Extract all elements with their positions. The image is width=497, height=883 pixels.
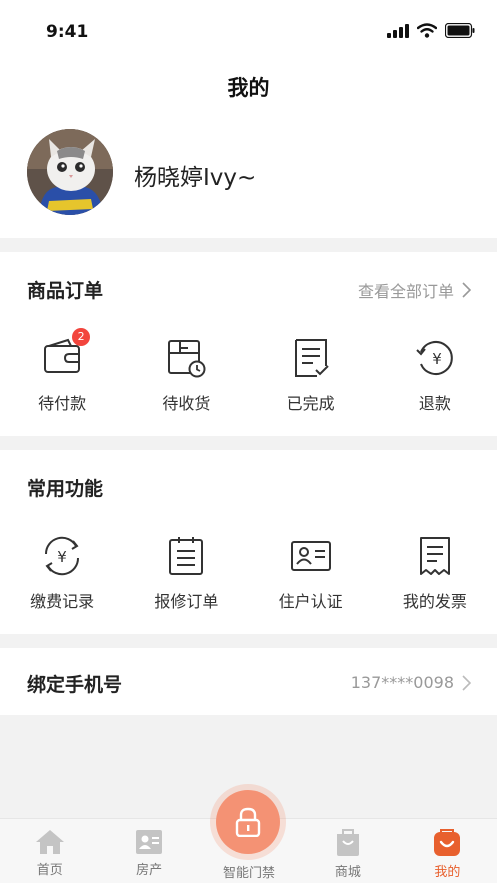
function-payment-records-label: 缴费记录 [30,592,95,611]
wallet-icon: 2 [40,328,91,380]
function-repair-orders-label: 报修订单 [154,592,219,611]
bind-phone-value-wrap: 137****0098 [351,673,471,692]
order-refund[interactable]: ¥ 退款 [373,336,497,414]
page-title: 我的 [0,62,497,114]
function-resident-verification[interactable]: 住户认证 [249,534,373,612]
functions-title: 常用功能 [27,478,104,500]
orders-card: 商品订单 查看全部订单 2 待付款 待收货 已完成 ¥ 退款 [0,252,497,436]
battery-icon [445,23,475,38]
order-pending-receipt-label: 待收货 [162,394,211,413]
svg-text:¥: ¥ [57,548,67,566]
order-completed-label: 已完成 [286,394,335,413]
tab-home-label: 首页 [36,863,63,878]
invoice-icon [413,534,457,578]
avatar[interactable] [27,129,113,215]
order-completed[interactable]: 已完成 [249,336,373,414]
status-time: 9:41 [46,22,89,42]
tab-mine[interactable]: 我的 [398,819,497,883]
wifi-icon [417,23,437,38]
profile-face-icon [434,829,461,856]
tab-mall[interactable]: 商城 [298,819,397,883]
document-check-icon [289,336,333,380]
chevron-right-icon [462,674,471,691]
order-pending-payment-label: 待付款 [38,394,87,413]
unpaid-count-badge: 2 [72,328,91,346]
profile-section[interactable]: 杨晓婷Ivy~ [0,114,497,238]
tab-mall-label: 商城 [334,865,361,880]
tab-mine-label: 我的 [434,865,461,880]
smart-access-label: 智能门禁 [222,866,275,881]
svg-text:¥: ¥ [432,350,442,368]
bind-phone-row[interactable]: 绑定手机号 137****0098 [0,648,497,715]
orders-title: 商品订单 [27,280,104,302]
function-payment-records[interactable]: ¥ 缴费记录 [0,534,124,612]
tab-home[interactable]: 首页 [0,819,99,883]
shopping-bag-icon [336,829,359,856]
smart-access-button[interactable] [216,790,280,854]
phone-number: 137****0098 [350,673,454,692]
tab-property-label: 房产 [136,863,163,878]
view-all-orders-link[interactable]: 查看全部订单 [358,278,471,302]
view-all-orders-label: 查看全部订单 [357,282,454,301]
function-repair-orders[interactable]: 报修订单 [124,534,248,612]
lock-icon [235,807,261,837]
function-my-invoices-label: 我的发票 [402,592,467,611]
repair-order-icon [164,534,208,578]
signal-icon [387,23,409,38]
property-icon [136,830,163,854]
status-icons [387,23,475,38]
payment-record-icon: ¥ [40,534,84,578]
order-pending-payment[interactable]: 2 待付款 [0,328,124,414]
tab-property[interactable]: 房产 [99,819,198,883]
function-resident-verification-label: 住户认证 [278,592,343,611]
home-icon [35,830,64,854]
functions-card: 常用功能 ¥ 缴费记录 报修订单 住户认证 我的发票 [0,450,497,634]
function-my-invoices[interactable]: 我的发票 [373,534,497,612]
order-pending-receipt[interactable]: 待收货 [124,336,248,414]
chevron-right-icon [462,282,471,298]
status-bar: 9:41 [0,0,497,62]
orders-grid: 2 待付款 待收货 已完成 ¥ 退款 [0,328,497,414]
box-clock-icon [164,336,208,380]
bind-phone-label: 绑定手机号 [27,674,123,696]
username: 杨晓婷Ivy~ [134,165,257,191]
refund-icon: ¥ [413,336,457,380]
order-refund-label: 退款 [418,394,451,413]
functions-grid: ¥ 缴费记录 报修订单 住户认证 我的发票 [0,534,497,612]
id-card-icon [289,534,333,578]
